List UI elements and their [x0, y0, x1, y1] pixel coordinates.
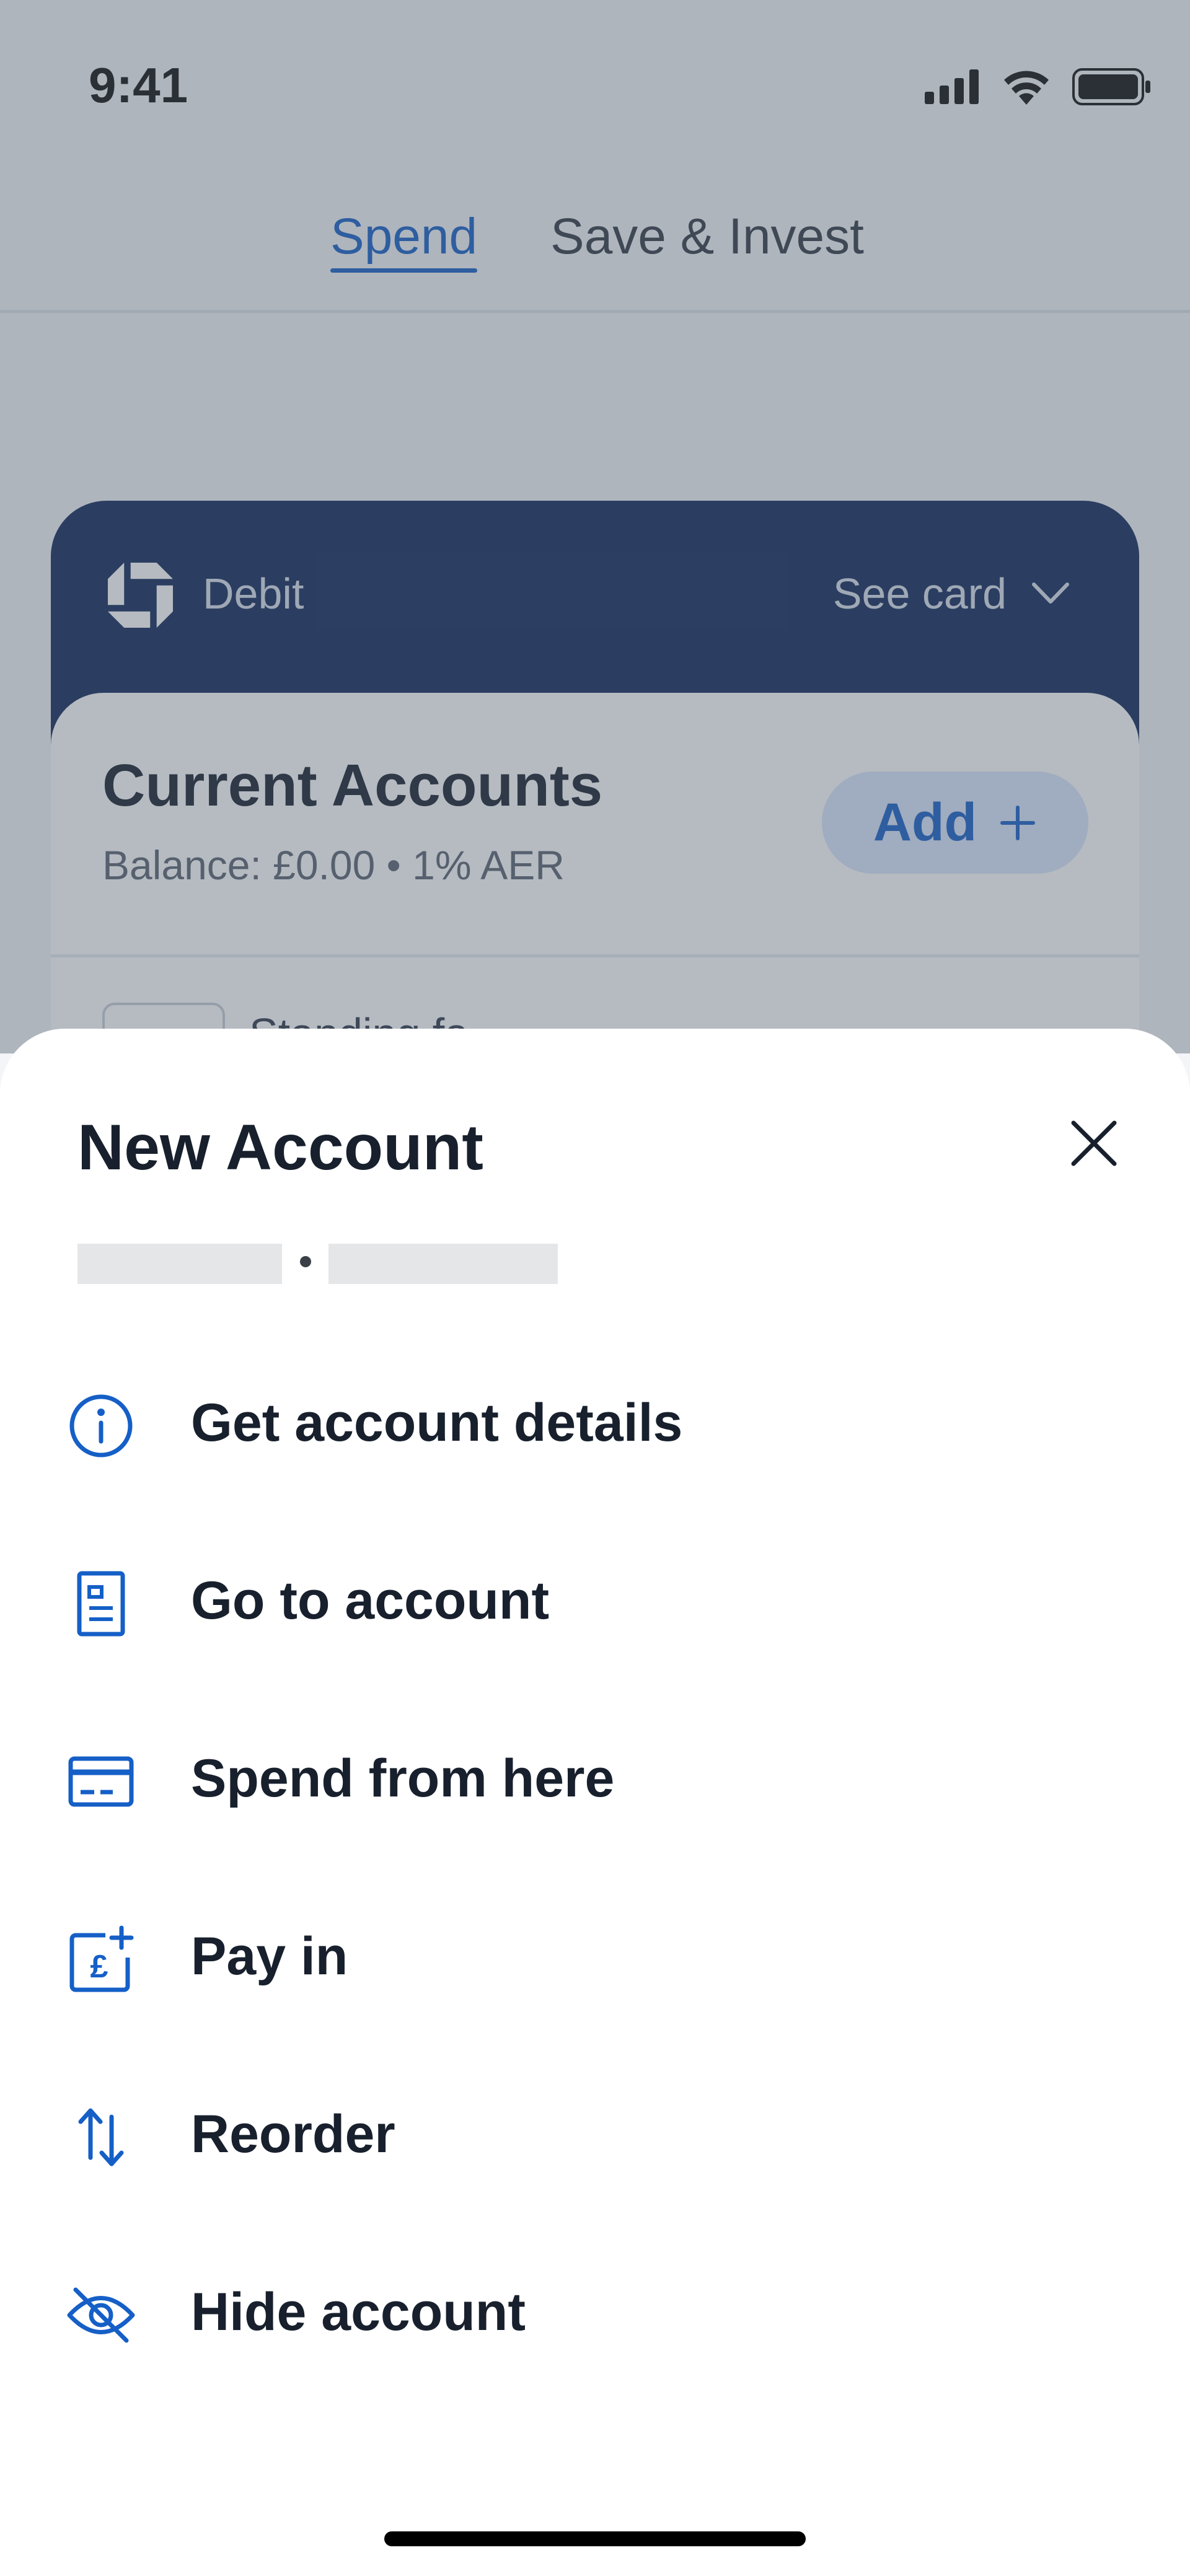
- svg-text:£: £: [90, 1949, 108, 1985]
- account-actions-sheet: New Account Get account details Go to ac…: [0, 1029, 1190, 2576]
- eye-off-icon: [67, 2287, 135, 2343]
- menu-label: Get account details: [191, 1393, 683, 1453]
- modal-scrim[interactable]: [0, 0, 1190, 1053]
- menu-item-pay-in[interactable]: £ Pay in: [0, 1897, 1190, 2021]
- pound-add-icon: £: [69, 1925, 134, 1992]
- menu-label: Spend from here: [191, 1749, 615, 1808]
- sheet-title: New Account: [77, 1112, 483, 1184]
- document-icon: [77, 1571, 125, 1637]
- card-icon: [68, 1756, 134, 1807]
- menu-label: Pay in: [191, 1927, 348, 1986]
- separator-dot: [300, 1256, 311, 1267]
- home-indicator[interactable]: [384, 2531, 806, 2546]
- redacted-account-number: [328, 1244, 558, 1284]
- menu-label: Go to account: [191, 1571, 550, 1630]
- menu-label: Reorder: [191, 2104, 395, 2164]
- menu-item-spend-from-here[interactable]: Spend from here: [0, 1719, 1190, 1843]
- menu-item-get-account-details[interactable]: Get account details: [0, 1363, 1190, 1487]
- menu-label: Hide account: [191, 2282, 526, 2342]
- redacted-sort-code: [77, 1244, 282, 1284]
- menu-item-go-to-account[interactable]: Go to account: [0, 1541, 1190, 1665]
- close-icon[interactable]: [1066, 1115, 1122, 1171]
- reorder-icon: [78, 2108, 124, 2166]
- menu-item-reorder[interactable]: Reorder: [0, 2075, 1190, 2199]
- menu-item-hide-account[interactable]: Hide account: [0, 2253, 1190, 2376]
- info-icon: [69, 1394, 133, 1457]
